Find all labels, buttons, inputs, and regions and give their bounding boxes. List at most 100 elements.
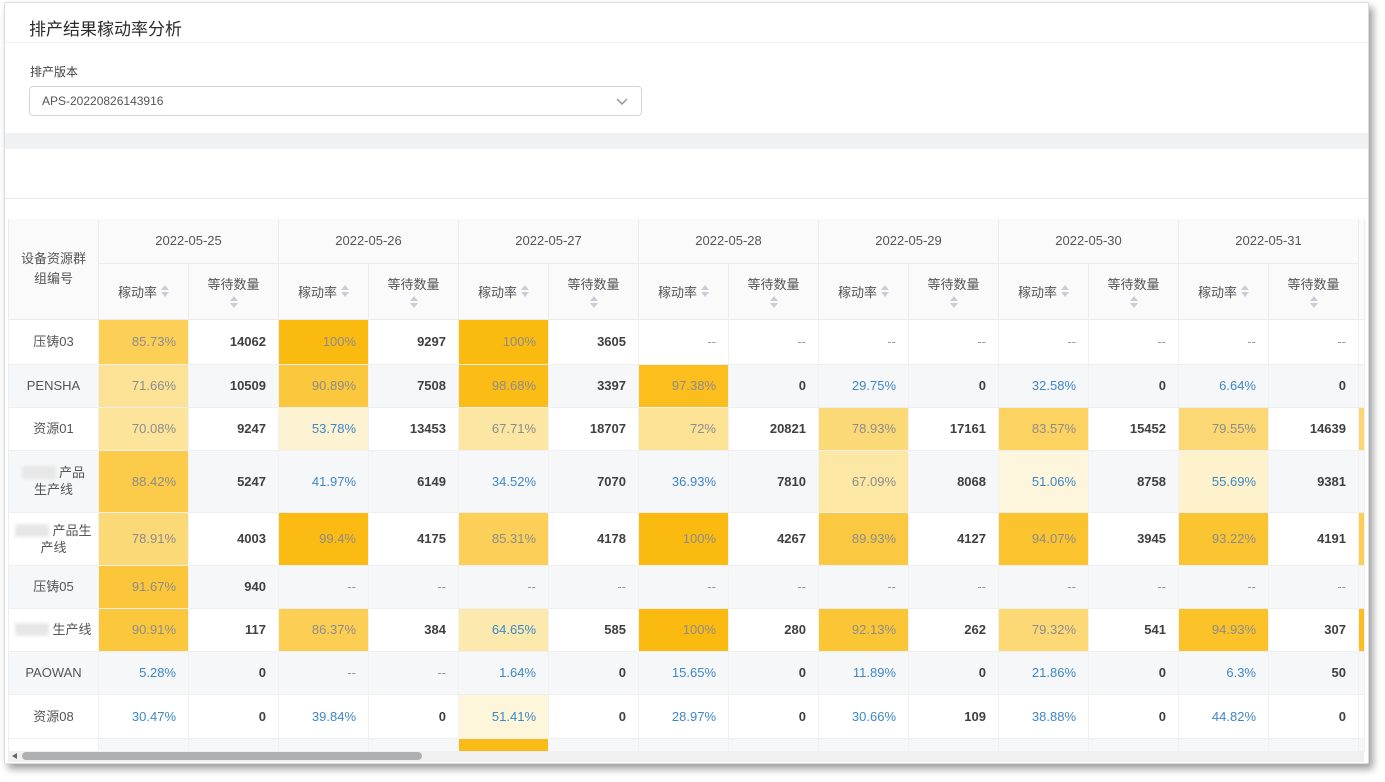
resource-group-label: 产品生产线 xyxy=(9,512,99,565)
date-header-2022-05-30: 2022-05-30 xyxy=(999,219,1179,263)
wait-cell: 4127 xyxy=(909,512,999,565)
wait-cell: 4175 xyxy=(369,512,459,565)
rate-header-2022-05-28[interactable]: 稼动率 xyxy=(639,263,729,319)
scrollbar-thumb[interactable] xyxy=(22,752,422,760)
wait-cell: 0 xyxy=(909,651,999,694)
date-header-2022-05-28: 2022-05-28 xyxy=(639,219,819,263)
wait-cell: -- xyxy=(909,319,999,364)
wait-cell: 940 xyxy=(189,565,279,608)
table-row: PAOWAN5.28%0----1.64%015.65%011.89%021.8… xyxy=(9,651,1365,694)
wait-cell xyxy=(1089,738,1179,751)
rate-cell: 6.3% xyxy=(1179,651,1269,694)
wait-cell: 6149 xyxy=(369,450,459,512)
wait-cell: 9247 xyxy=(189,407,279,450)
rate-cell: 100% xyxy=(279,319,369,364)
wait-cell: 541 xyxy=(1089,608,1179,651)
resource-group-label: 压铸05 xyxy=(9,565,99,608)
rate-cell: 1.64% xyxy=(459,651,549,694)
rate-cell: 97.38% xyxy=(639,364,729,407)
wait-cell: 9297 xyxy=(369,319,459,364)
rate-cell: 93.22% xyxy=(1179,512,1269,565)
wait-header-2022-05-28[interactable]: 等待数量 xyxy=(729,263,819,319)
rate-cell: 30.66% xyxy=(819,694,909,738)
redacted-blur xyxy=(15,623,49,636)
wait-cell: 7508 xyxy=(369,364,459,407)
wait-cell: 109 xyxy=(909,694,999,738)
rate-header-2022-05-27[interactable]: 稼动率 xyxy=(459,263,549,319)
horizontal-scrollbar[interactable] xyxy=(8,751,1364,762)
rate-header-2022-05-31[interactable]: 稼动率 xyxy=(1179,263,1269,319)
wait-cell: 0 xyxy=(549,651,639,694)
wait-header-2022-05-30[interactable]: 等待数量 xyxy=(1089,263,1179,319)
wait-cell: 10509 xyxy=(189,364,279,407)
overflow-column-cell xyxy=(1359,364,1365,407)
rate-cell: 53.78% xyxy=(279,407,369,450)
rate-cell: 21.86% xyxy=(999,651,1089,694)
table-row: 产品生产线78.91%400399.4%417585.31%4178100%42… xyxy=(9,512,1365,565)
wait-cell: 5247 xyxy=(189,450,279,512)
wait-cell xyxy=(369,738,459,751)
wait-cell xyxy=(189,738,279,751)
wait-cell: 15452 xyxy=(1089,407,1179,450)
wait-cell: 17161 xyxy=(909,407,999,450)
rate-header-2022-05-30[interactable]: 稼动率 xyxy=(999,263,1089,319)
wait-cell: 585 xyxy=(549,608,639,651)
sort-icon xyxy=(230,296,238,308)
rate-cell: 32.58% xyxy=(999,364,1089,407)
wait-cell: 8758 xyxy=(1089,450,1179,512)
rate-header-2022-05-25[interactable]: 稼动率 xyxy=(99,263,189,319)
wait-header-2022-05-26[interactable]: 等待数量 xyxy=(369,263,459,319)
corner-header: 设备资源群 组编号 xyxy=(9,219,99,319)
rate-cell xyxy=(1179,738,1269,751)
rate-cell: -- xyxy=(819,565,909,608)
page-title: 排产结果稼动率分析 xyxy=(29,15,182,40)
wait-cell: 0 xyxy=(909,364,999,407)
rate-cell: 86.37% xyxy=(279,608,369,651)
wait-cell: 262 xyxy=(909,608,999,651)
table-row: 生产线90.91%11786.37%38464.65%585100%28092.… xyxy=(9,608,1365,651)
wait-header-2022-05-27[interactable]: 等待数量 xyxy=(549,263,639,319)
rate-cell: 67.09% xyxy=(819,450,909,512)
redacted-blur xyxy=(22,466,56,479)
page-card: 排产结果稼动率分析 排产版本 APS-20220826143916 设备资源群 … xyxy=(4,2,1369,764)
rate-cell: 78.91% xyxy=(99,512,189,565)
rate-cell: -- xyxy=(1179,319,1269,364)
wait-cell: 0 xyxy=(1269,364,1359,407)
resource-group-label: 生产线 xyxy=(9,608,99,651)
scrollbar-left-arrow[interactable] xyxy=(12,753,17,759)
rate-cell xyxy=(459,738,549,751)
wait-cell: 0 xyxy=(1089,694,1179,738)
wait-header-2022-05-31[interactable]: 等待数量 xyxy=(1269,263,1359,319)
wait-cell: 4267 xyxy=(729,512,819,565)
resource-group-label: 产品生产线 xyxy=(9,450,99,512)
schedule-version-select[interactable]: APS-20220826143916 xyxy=(29,86,642,116)
table-row: 压铸0591.67%940------------------------ xyxy=(9,565,1365,608)
wait-cell xyxy=(1269,738,1359,751)
rate-cell: -- xyxy=(999,319,1089,364)
wait-cell: 384 xyxy=(369,608,459,651)
rate-cell: 64.65% xyxy=(459,608,549,651)
wait-header-2022-05-29[interactable]: 等待数量 xyxy=(909,263,999,319)
wait-cell: 280 xyxy=(729,608,819,651)
wait-cell: 0 xyxy=(1089,651,1179,694)
rate-header-2022-05-29[interactable]: 稼动率 xyxy=(819,263,909,319)
rate-header-2022-05-26[interactable]: 稼动率 xyxy=(279,263,369,319)
rate-cell: 41.97% xyxy=(279,450,369,512)
date-header-2022-05-25: 2022-05-25 xyxy=(99,219,279,263)
overflow-column-cell xyxy=(1359,694,1365,738)
rate-cell: 92.13% xyxy=(819,608,909,651)
rate-cell: 28.97% xyxy=(639,694,729,738)
date-header-2022-05-31: 2022-05-31 xyxy=(1179,219,1359,263)
wait-cell: 0 xyxy=(1089,364,1179,407)
rate-cell: 89.93% xyxy=(819,512,909,565)
date-header-2022-05-26: 2022-05-26 xyxy=(279,219,459,263)
resource-group-label: 压铸03 xyxy=(9,319,99,364)
rate-cell: 5.28% xyxy=(99,651,189,694)
rate-cell: 38.88% xyxy=(999,694,1089,738)
wait-cell: 0 xyxy=(729,694,819,738)
section-separator-band xyxy=(5,133,1368,149)
wait-cell: 3397 xyxy=(549,364,639,407)
wait-header-2022-05-25[interactable]: 等待数量 xyxy=(189,263,279,319)
wait-cell: -- xyxy=(1269,565,1359,608)
sort-icon xyxy=(1061,285,1069,297)
